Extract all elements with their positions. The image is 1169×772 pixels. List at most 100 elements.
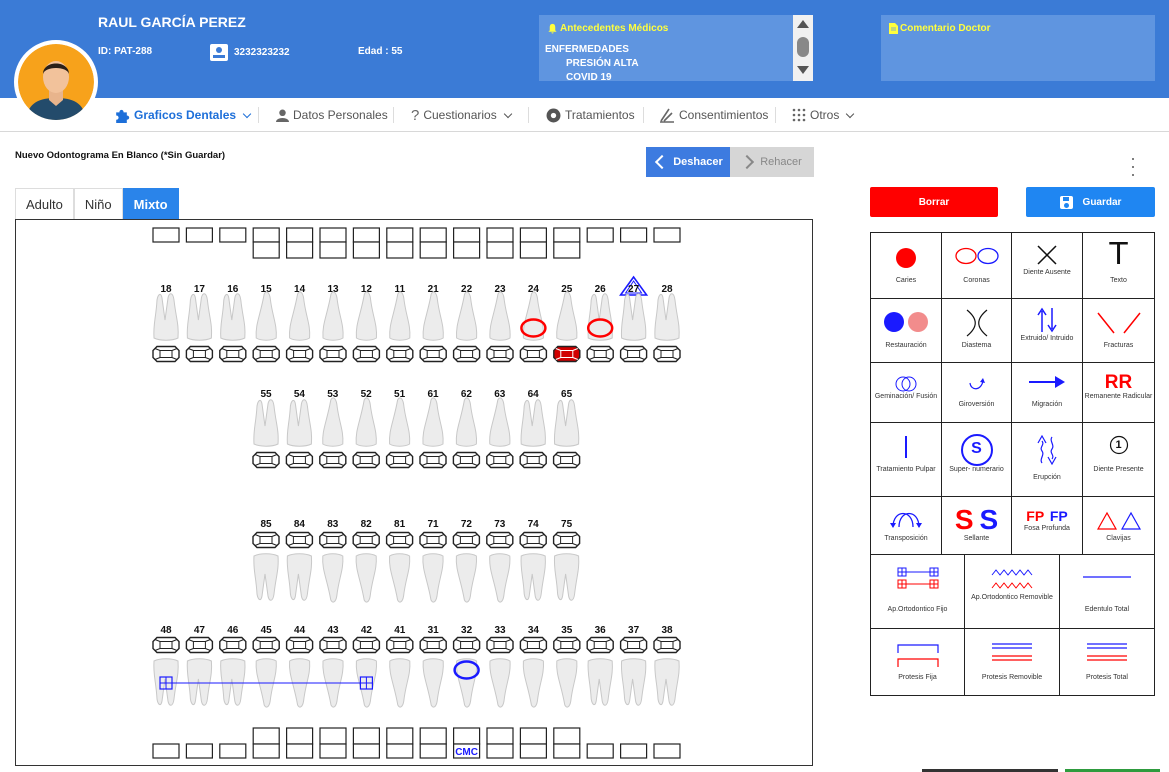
- tooth-surface-63[interactable]: [486, 451, 514, 469]
- tooth-surface-73[interactable]: [486, 531, 514, 549]
- tool-diente-ausente[interactable]: Diente Ausente: [1012, 233, 1083, 298]
- tooth-surface-65[interactable]: [552, 451, 581, 469]
- tool-ap-ortodontico-fijo[interactable]: Ap.Ortodontico Fijo: [871, 555, 965, 628]
- tooth-upper-16[interactable]: [220, 293, 246, 341]
- nav-datos-personales[interactable]: Datos Personales: [276, 98, 388, 132]
- tool-ap-ortodontico-removible[interactable]: Ap.Ortodontico Removible: [965, 555, 1060, 628]
- tooth-surface-51[interactable]: [385, 451, 414, 469]
- tool-migracion[interactable]: Migración: [1012, 363, 1083, 422]
- tool-diastema[interactable]: Diastema: [942, 299, 1012, 362]
- tooth-surface-84[interactable]: [285, 531, 314, 549]
- tooth-surface-53[interactable]: [319, 451, 347, 469]
- tooth-upper-17[interactable]: [186, 293, 213, 341]
- nav-cuestionarios[interactable]: ? Cuestionarios: [411, 98, 513, 132]
- nav-tratamientos[interactable]: Tratamientos: [546, 98, 635, 132]
- tooth-upper-15[interactable]: [255, 291, 277, 341]
- nav-otros[interactable]: Otros: [792, 98, 855, 132]
- tooth-upper-63[interactable]: [489, 397, 511, 447]
- tooth-surface-72[interactable]: [452, 531, 481, 549]
- tooth-lower-41[interactable]: [389, 658, 411, 708]
- tooth-surface-75[interactable]: [552, 531, 581, 549]
- odontogram-svg[interactable]: 18 17 16 15 14 13 12 11 21 22 23 24 25 26 27 2855 54 53 52…: [16, 220, 812, 765]
- tool-supernumerario[interactable]: S Super- numerario: [942, 423, 1012, 496]
- tool-fosa-profunda[interactable]: FP FP Fosa Profunda: [1012, 497, 1083, 554]
- tooth-lower-72[interactable]: [455, 553, 478, 603]
- tooth-surface-42[interactable]: [352, 636, 381, 654]
- scroll-thumb[interactable]: [797, 37, 809, 57]
- tooth-upper-54[interactable]: [286, 399, 313, 447]
- tooth-lower-82[interactable]: [355, 553, 377, 603]
- tooth-upper-25[interactable]: [556, 291, 578, 341]
- tool-geminacion[interactable]: Geminación/ Fusión: [871, 363, 942, 422]
- tool-extruido-intruido[interactable]: Extruido/ Intruido: [1012, 299, 1083, 362]
- tooth-surface-82[interactable]: [352, 531, 380, 549]
- tooth-surface-33[interactable]: [486, 636, 514, 654]
- tool-giroversion[interactable]: Giroversión: [942, 363, 1012, 422]
- tool-clavijas[interactable]: Clavijas: [1083, 497, 1154, 554]
- tooth-upper-13[interactable]: [322, 291, 344, 341]
- nav-graficos-dentales[interactable]: Graficos Dentales: [113, 98, 252, 132]
- tooth-surface-64[interactable]: [519, 451, 547, 469]
- tooth-upper-21[interactable]: [422, 291, 444, 341]
- tool-diente-presente[interactable]: 1 Diente Presente: [1083, 423, 1154, 496]
- tooth-surface-26[interactable]: [586, 345, 614, 363]
- tooth-upper-23[interactable]: [489, 291, 511, 341]
- tooth-surface-34[interactable]: [519, 636, 548, 654]
- tooth-lower-75[interactable]: [553, 553, 580, 601]
- nav-consentimientos[interactable]: Consentimientos: [659, 98, 768, 132]
- tooth-surface-71[interactable]: [419, 531, 447, 549]
- tooth-lower-31[interactable]: [422, 658, 444, 708]
- tooth-upper-64[interactable]: [520, 399, 546, 447]
- tab-mixto[interactable]: Mixto: [122, 188, 179, 219]
- redo-button[interactable]: Rehacer: [730, 147, 814, 177]
- tool-texto[interactable]: T Texto: [1083, 233, 1154, 298]
- tooth-surface-48[interactable]: [152, 636, 180, 654]
- tooth-surface-15[interactable]: [252, 345, 280, 363]
- more-options-icon[interactable]: [1130, 158, 1136, 176]
- tooth-upper-62[interactable]: [455, 397, 478, 447]
- tooth-upper-12[interactable]: [355, 291, 378, 341]
- tooth-lower-83[interactable]: [322, 553, 344, 603]
- tooth-lower-33[interactable]: [489, 658, 511, 708]
- tooth-lower-47[interactable]: [186, 658, 213, 706]
- scroll-down-icon[interactable]: [797, 66, 809, 74]
- tooth-upper-65[interactable]: [553, 399, 580, 447]
- tab-adulto[interactable]: Adulto: [15, 188, 74, 219]
- tooth-upper-53[interactable]: [322, 397, 344, 447]
- tooth-surface-83[interactable]: [319, 531, 347, 549]
- antecedentes-panel[interactable]: Antecedentes Médicos ENFERMEDADES PRESIÓ…: [539, 15, 813, 81]
- tooth-surface-52[interactable]: [352, 451, 380, 469]
- tooth-surface-37[interactable]: [619, 636, 648, 654]
- tooth-upper-27[interactable]: [620, 293, 647, 341]
- tooth-surface-22[interactable]: [452, 345, 481, 363]
- tool-protesis-total[interactable]: Protesis Total: [1060, 629, 1154, 695]
- tooth-surface-43[interactable]: [319, 636, 347, 654]
- tooth-lower-38[interactable]: [654, 658, 680, 706]
- tooth-surface-61[interactable]: [419, 451, 447, 469]
- save-button[interactable]: Guardar: [1026, 187, 1155, 217]
- tooth-surface-46[interactable]: [219, 636, 247, 654]
- tooth-surface-28[interactable]: [653, 345, 681, 363]
- tooth-upper-52[interactable]: [355, 397, 377, 447]
- tooth-surface-12[interactable]: [352, 345, 381, 363]
- tooth-surface-36[interactable]: [586, 636, 614, 654]
- tooth-lower-36[interactable]: [587, 658, 613, 706]
- tooth-surface-32[interactable]: [452, 636, 481, 654]
- tooth-upper-11[interactable]: [389, 291, 411, 341]
- tool-tratamiento-pulpar[interactable]: Tratamiento Pulpar: [871, 423, 942, 496]
- tooth-surface-35[interactable]: [553, 636, 581, 654]
- tooth-upper-14[interactable]: [288, 291, 311, 341]
- tooth-surface-27[interactable]: [619, 345, 648, 363]
- tooth-surface-13[interactable]: [319, 345, 347, 363]
- tooth-surface-17[interactable]: [185, 345, 214, 363]
- tooth-lower-84[interactable]: [286, 553, 313, 601]
- tool-restauracion[interactable]: Restauración: [871, 299, 942, 362]
- delete-button[interactable]: Borrar: [870, 187, 998, 217]
- tooth-surface-45[interactable]: [252, 636, 280, 654]
- tooth-lower-46[interactable]: [220, 658, 246, 706]
- tooth-surface-18[interactable]: [152, 345, 180, 363]
- tooth-surface-55[interactable]: [252, 451, 280, 469]
- tooth-surface-21[interactable]: [419, 345, 447, 363]
- tooth-surface-44[interactable]: [285, 636, 314, 654]
- tool-erupcion[interactable]: Erupción: [1012, 423, 1083, 496]
